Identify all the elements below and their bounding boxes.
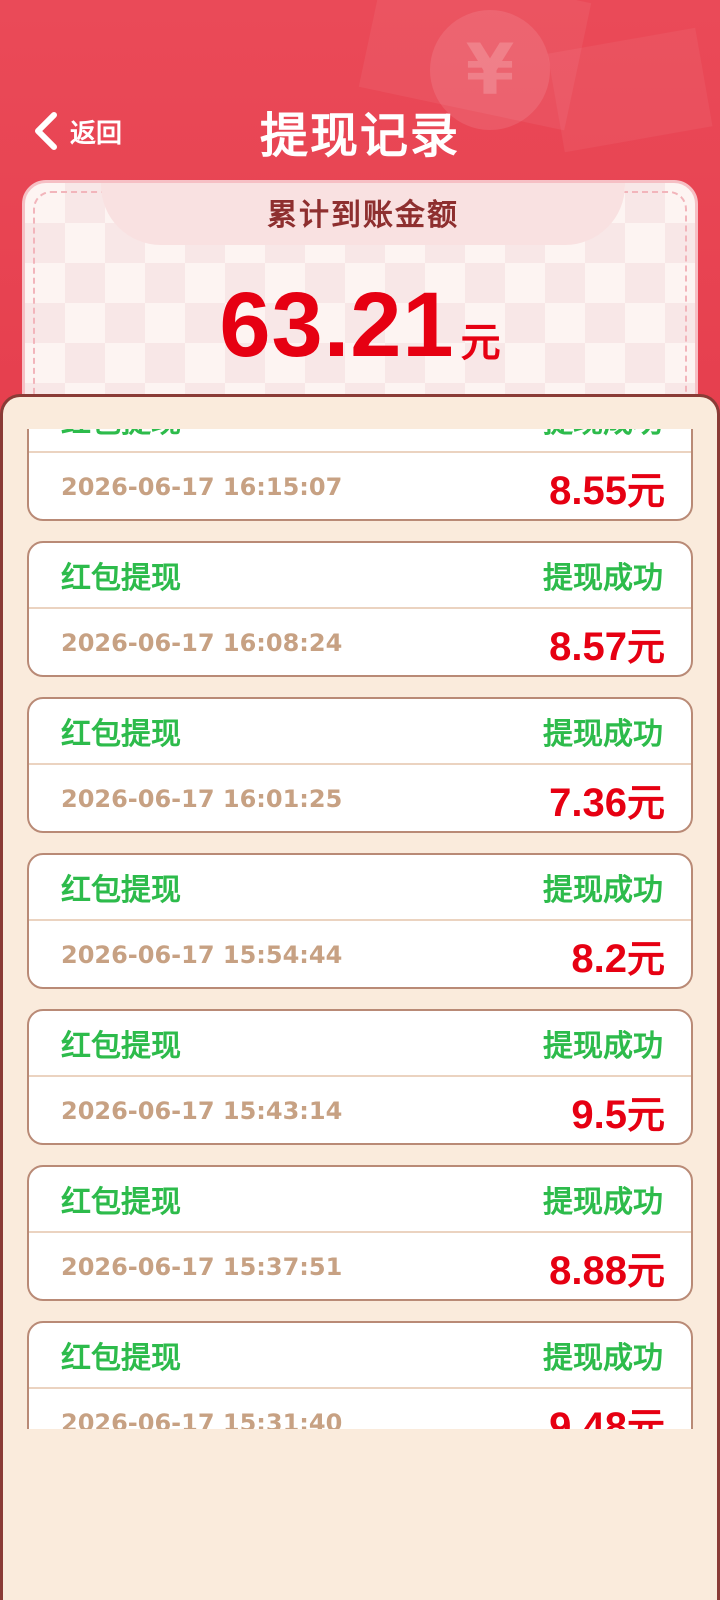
record-amount-unit: 元 [626,624,665,669]
record-amount-value: 8.55 [549,468,627,513]
record-amount: 8.57元 [549,616,665,671]
record-detail: 2026-06-17 15:43:14 9.5元 [29,1077,691,1143]
summary-label-tab: 累计到账金额 [101,183,625,245]
record-status: 提现成功 [543,1341,663,1376]
record-amount: 7.36元 [549,772,665,827]
record-time: 2026-06-17 16:15:07 [61,473,343,501]
record-amount: 8.2元 [571,928,665,983]
record-detail: 2026-06-17 16:15:07 8.55元 [29,453,691,519]
records-list-inner: 红包提现提现成功2026-06-17 16:15:078.55元红包提现提现成功… [3,429,717,1429]
summary-label: 累计到账金额 [267,198,459,233]
record-time: 2026-06-17 16:08:24 [61,629,343,657]
record-time: 2026-06-17 15:43:14 [61,1097,343,1125]
record-type: 红包提现 [61,1185,181,1220]
record-type: 红包提现 [61,873,181,908]
record-type: 红包提现 [61,1029,181,1064]
record-header: 红包提现 提现成功 [29,543,691,609]
record-amount-value: 9.48 [549,1404,627,1430]
record-time: 2026-06-17 15:31:40 [61,1409,343,1429]
record-amount-unit: 元 [626,468,665,513]
record-amount-value: 9.5 [571,1092,627,1137]
summary-amount: 63.21 元 [25,273,695,378]
record-time: 2026-06-17 16:01:25 [61,785,343,813]
record-amount-unit: 元 [626,1404,665,1430]
record-type: 红包提现 [61,717,181,752]
withdrawal-record: 红包提现 提现成功 2026-06-17 16:15:07 8.55元 [27,429,693,521]
withdrawal-record: 红包提现 提现成功 2026-06-17 16:08:24 8.57元 [27,541,693,677]
record-detail: 2026-06-17 15:31:40 9.48元 [29,1389,691,1430]
record-amount-value: 8.88 [549,1248,627,1293]
withdrawal-record: 红包提现 提现成功 2026-06-17 15:37:51 8.88元 [27,1165,693,1301]
record-time: 2026-06-17 15:37:51 [61,1253,343,1281]
record-amount-unit: 元 [626,780,665,825]
record-header: 红包提现 提现成功 [29,699,691,765]
record-amount-value: 8.2 [571,936,627,981]
withdrawal-record: 红包提现 提现成功 2026-06-17 15:43:14 9.5元 [27,1009,693,1145]
record-time: 2026-06-17 15:54:44 [61,941,343,969]
record-amount: 9.48元 [549,1396,665,1430]
record-status: 提现成功 [543,429,663,441]
record-amount-unit: 元 [626,1248,665,1293]
record-header: 红包提现 提现成功 [29,1323,691,1389]
record-header: 红包提现 提现成功 [29,429,691,453]
record-amount-unit: 元 [626,1092,665,1137]
record-header: 红包提现 提现成功 [29,1011,691,1077]
record-amount-value: 8.57 [549,624,627,669]
summary-value: 63.21 [219,274,455,376]
records-panel: 红包提现提现成功2026-06-17 16:15:078.55元红包提现提现成功… [0,394,720,1600]
record-amount-value: 7.36 [549,780,627,825]
record-header: 红包提现 提现成功 [29,1167,691,1233]
page-title: 提现记录 [259,108,460,164]
record-type: 红包提现 [61,429,181,441]
record-status: 提现成功 [543,717,663,752]
withdrawal-record: 红包提现 提现成功 2026-06-17 16:01:25 7.36元 [27,697,693,833]
record-amount: 8.55元 [549,460,665,515]
record-detail: 2026-06-17 16:01:25 7.36元 [29,765,691,831]
record-type: 红包提现 [61,561,181,596]
record-status: 提现成功 [543,1029,663,1064]
record-header: 红包提现 提现成功 [29,855,691,921]
record-detail: 2026-06-17 15:37:51 8.88元 [29,1233,691,1299]
record-amount: 8.88元 [549,1240,665,1295]
record-status: 提现成功 [543,873,663,908]
record-amount-unit: 元 [626,936,665,981]
record-status: 提现成功 [543,561,663,596]
withdrawal-record: 红包提现 提现成功 2026-06-17 15:54:44 8.2元 [27,853,693,989]
summary-unit: 元 [460,320,501,366]
record-type: 红包提现 [61,1341,181,1376]
record-amount: 9.5元 [571,1084,665,1139]
record-status: 提现成功 [543,1185,663,1220]
record-detail: 2026-06-17 16:08:24 8.57元 [29,609,691,675]
records-list[interactable]: 红包提现提现成功2026-06-17 16:15:078.55元红包提现提现成功… [3,429,717,1429]
withdrawal-record: 红包提现 提现成功 2026-06-17 15:31:40 9.48元 [27,1321,693,1429]
record-detail: 2026-06-17 15:54:44 8.2元 [29,921,691,987]
